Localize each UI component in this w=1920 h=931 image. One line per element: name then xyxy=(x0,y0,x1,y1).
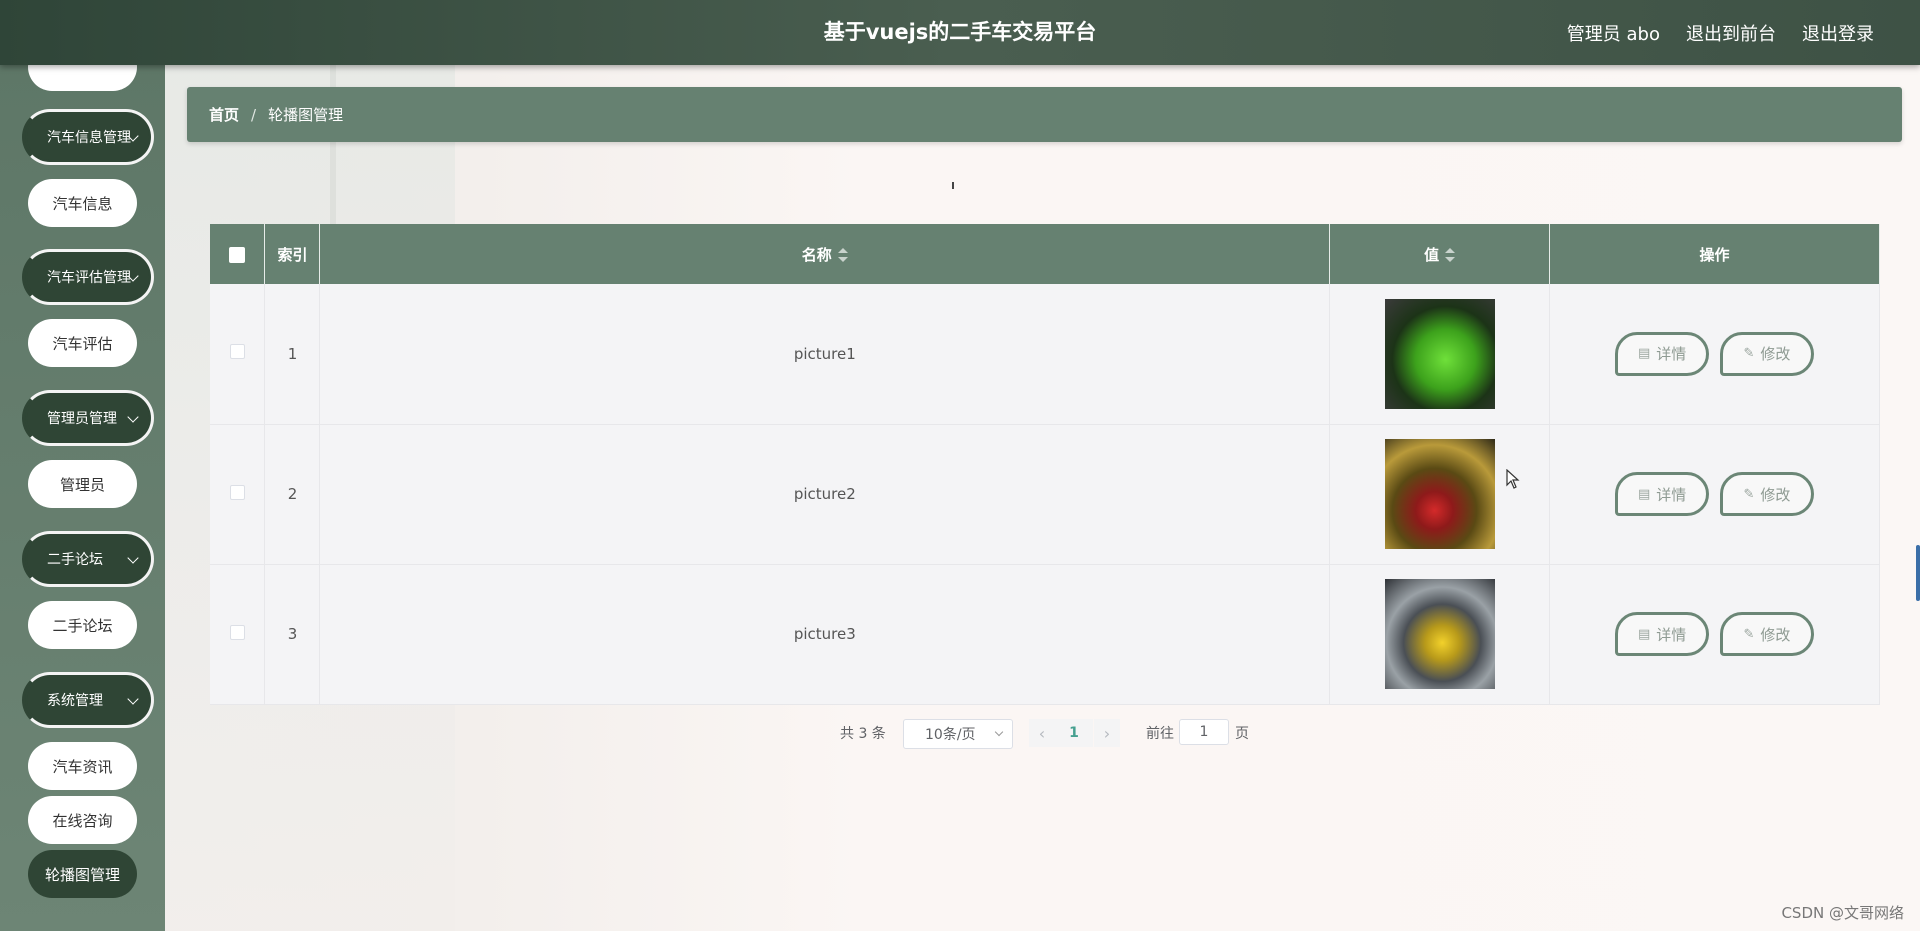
breadcrumb-separator: / xyxy=(251,105,257,124)
header-value-label: 值 xyxy=(1424,245,1440,264)
row-select-cell xyxy=(210,284,266,425)
row-value-cell xyxy=(1329,424,1551,565)
sidebar-group-admin[interactable]: 管理员管理 xyxy=(22,390,154,446)
row-checkbox[interactable] xyxy=(229,624,245,640)
header-select-all[interactable] xyxy=(210,224,266,284)
goto-label: 前往 xyxy=(1146,726,1174,742)
sidebar-item-car-evaluation[interactable]: 汽车评估 xyxy=(28,319,137,367)
goto-page-input[interactable] xyxy=(1179,719,1229,745)
sidebar-group-forum[interactable]: 二手论坛 xyxy=(22,531,154,587)
header-name[interactable]: 名称 xyxy=(319,224,1331,284)
sidebar-group-label: 汽车信息管理 xyxy=(47,130,131,146)
admin-username[interactable]: 管理员 abo xyxy=(1567,20,1660,46)
sidebar-item-online-consult[interactable]: 在线咨询 xyxy=(28,796,137,844)
breadcrumb-home[interactable]: 首页 xyxy=(209,104,239,125)
chevron-down-icon xyxy=(127,552,139,564)
detail-label: 详情 xyxy=(1656,625,1687,644)
next-page-button[interactable]: › xyxy=(1094,719,1120,747)
pagination: 共 3 条 10条/页 ‹ 1 › 前往 页 xyxy=(0,719,1920,751)
sidebar-group-car-evaluation[interactable]: 汽车评估管理 xyxy=(22,249,154,305)
sidebar: 汽车信息管理 汽车信息 汽车评估管理 汽车评估 管理员管理 管理员 二手论坛 二… xyxy=(0,65,165,931)
row-index: 2 xyxy=(264,424,321,565)
sidebar-group-label: 汽车评估管理 xyxy=(47,270,131,286)
scroll-indicator[interactable] xyxy=(1916,545,1920,601)
sidebar-group-car-info[interactable]: 汽车信息管理 xyxy=(22,109,154,165)
table-row: 2 picture2 ▤ 详情 ✎ 修改 xyxy=(210,424,1880,565)
pencil-icon: ✎ xyxy=(1743,626,1755,642)
header-index: 索引 xyxy=(264,224,321,284)
row-select-cell xyxy=(210,564,266,705)
row-checkbox[interactable] xyxy=(229,344,245,360)
document-icon: ▤ xyxy=(1637,346,1651,362)
detail-label: 详情 xyxy=(1656,485,1687,504)
pencil-icon: ✎ xyxy=(1743,486,1755,502)
carousel-image-yellow-car xyxy=(1384,579,1495,689)
sort-caret-icon[interactable] xyxy=(1445,247,1456,263)
row-name: picture2 xyxy=(319,424,1331,565)
carousel-image-red-car xyxy=(1384,439,1495,549)
page-size-value: 10条/页 xyxy=(925,727,976,743)
page-number-current[interactable]: 1 xyxy=(1055,719,1093,747)
row-name: picture3 xyxy=(319,564,1331,705)
select-all-checkbox[interactable] xyxy=(229,246,246,263)
edit-button[interactable]: ✎ 修改 xyxy=(1719,331,1814,376)
sidebar-item-forum[interactable]: 二手论坛 xyxy=(28,601,137,649)
document-icon: ▤ xyxy=(1637,626,1651,642)
row-ops: ▤ 详情 ✎ 修改 xyxy=(1549,284,1880,425)
mouse-cursor-icon xyxy=(1506,469,1520,489)
sidebar-group-system[interactable]: 系统管理 xyxy=(22,672,154,728)
detail-button[interactable]: ▤ 详情 xyxy=(1615,331,1710,376)
watermark: CSDN @文哥网络 xyxy=(1781,904,1904,922)
sidebar-group-label: 系统管理 xyxy=(47,693,103,709)
row-ops: ▤ 详情 ✎ 修改 xyxy=(1549,424,1880,565)
sidebar-item-carousel[interactable]: 轮播图管理 xyxy=(28,850,137,898)
edit-label: 修改 xyxy=(1760,345,1791,364)
pagination-total: 共 3 条 xyxy=(840,726,886,742)
header-value[interactable]: 值 xyxy=(1329,224,1551,284)
text-caret xyxy=(952,182,954,189)
detail-label: 详情 xyxy=(1656,345,1687,364)
row-value-cell xyxy=(1329,564,1551,705)
page-size-select[interactable]: 10条/页 xyxy=(903,719,1013,749)
chevron-down-icon xyxy=(127,411,139,423)
chevron-down-icon xyxy=(127,693,139,705)
table-row: 1 picture1 ▤ 详情 ✎ 修改 xyxy=(210,284,1880,425)
breadcrumb: 首页 / 轮播图管理 xyxy=(187,87,1902,142)
top-header: 基于vuejs的二手车交易平台 管理员 abo 退出到前台 退出登录 xyxy=(0,0,1920,65)
logout-link[interactable]: 退出登录 xyxy=(1802,20,1874,46)
edit-label: 修改 xyxy=(1760,625,1791,644)
header-name-label: 名称 xyxy=(801,245,832,264)
sidebar-group-label: 二手论坛 xyxy=(47,552,103,568)
sidebar-item-cut-off[interactable] xyxy=(28,65,137,91)
prev-page-button[interactable]: ‹ xyxy=(1029,719,1055,747)
row-value-cell xyxy=(1329,284,1551,425)
breadcrumb-current: 轮播图管理 xyxy=(268,106,344,124)
row-index: 3 xyxy=(264,564,321,705)
sidebar-item-car-news[interactable]: 汽车资讯 xyxy=(28,742,137,790)
chevron-down-icon xyxy=(994,727,1004,737)
sidebar-item-car-info[interactable]: 汽车信息 xyxy=(28,179,137,227)
sidebar-item-admin[interactable]: 管理员 xyxy=(28,460,137,508)
exit-to-front-link[interactable]: 退出到前台 xyxy=(1686,20,1776,46)
row-name: picture1 xyxy=(319,284,1331,425)
row-ops: ▤ 详情 ✎ 修改 xyxy=(1549,564,1880,705)
header-ops: 操作 xyxy=(1549,224,1880,284)
detail-button[interactable]: ▤ 详情 xyxy=(1615,612,1710,656)
header-actions: 管理员 abo 退出到前台 退出登录 xyxy=(1567,0,1874,65)
carousel-image-green-car xyxy=(1384,298,1495,409)
row-checkbox[interactable] xyxy=(229,484,245,500)
detail-button[interactable]: ▤ 详情 xyxy=(1615,472,1710,516)
edit-button[interactable]: ✎ 修改 xyxy=(1719,472,1814,516)
edit-button[interactable]: ✎ 修改 xyxy=(1719,612,1814,656)
page-unit-label: 页 xyxy=(1235,726,1249,742)
row-index: 1 xyxy=(264,284,321,425)
row-select-cell xyxy=(210,424,266,565)
carousel-table: 索引 名称 值 操作 1 picture1 ▤ 详情 ✎ 修改 2 picture2… xyxy=(210,224,1880,705)
pencil-icon: ✎ xyxy=(1743,346,1755,362)
sort-caret-icon[interactable] xyxy=(837,247,848,263)
table-row: 3 picture3 ▤ 详情 ✎ 修改 xyxy=(210,564,1880,705)
document-icon: ▤ xyxy=(1637,486,1651,502)
sidebar-group-label: 管理员管理 xyxy=(47,411,117,427)
edit-label: 修改 xyxy=(1760,485,1791,504)
